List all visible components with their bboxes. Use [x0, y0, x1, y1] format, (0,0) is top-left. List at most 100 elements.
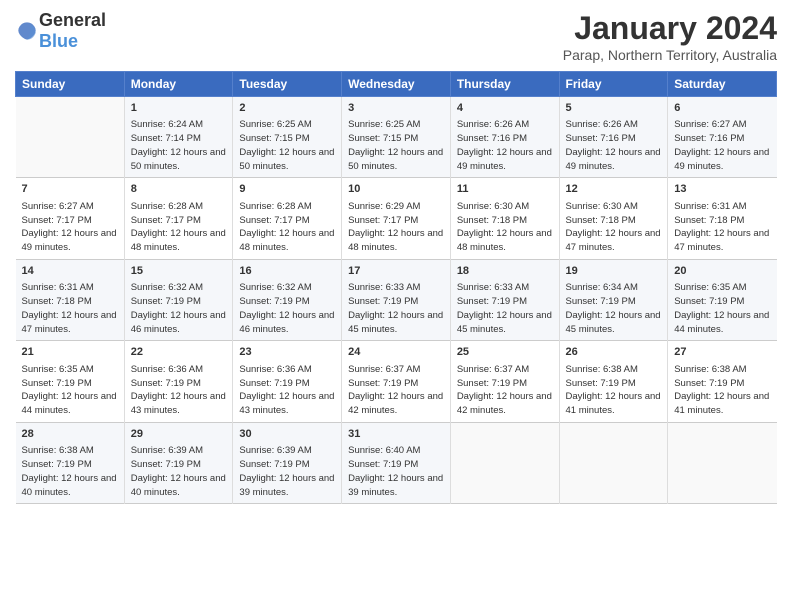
day-number: 31 — [348, 427, 444, 442]
cell-content: Sunrise: 6:37 AMSunset: 7:19 PMDaylight:… — [348, 363, 444, 418]
cell-w4-d3: 23 Sunrise: 6:36 AMSunset: 7:19 PMDaylig… — [233, 341, 342, 422]
day-number: 11 — [457, 182, 553, 197]
logo-icon — [17, 21, 37, 41]
day-number: 3 — [348, 101, 444, 116]
week-row-5: 28 Sunrise: 6:38 AMSunset: 7:19 PMDaylig… — [16, 422, 777, 503]
cell-content: Sunrise: 6:25 AMSunset: 7:15 PMDaylight:… — [348, 118, 444, 173]
cell-w4-d4: 24 Sunrise: 6:37 AMSunset: 7:19 PMDaylig… — [342, 341, 451, 422]
day-number: 20 — [674, 264, 770, 279]
cell-content: Sunrise: 6:31 AMSunset: 7:18 PMDaylight:… — [22, 281, 118, 336]
cell-w4-d7: 27 Sunrise: 6:38 AMSunset: 7:19 PMDaylig… — [668, 341, 777, 422]
cell-content: Sunrise: 6:28 AMSunset: 7:17 PMDaylight:… — [239, 200, 335, 255]
cell-w4-d5: 25 Sunrise: 6:37 AMSunset: 7:19 PMDaylig… — [450, 341, 559, 422]
cell-w3-d7: 20 Sunrise: 6:35 AMSunset: 7:19 PMDaylig… — [668, 259, 777, 340]
col-sunday: Sunday — [16, 72, 125, 97]
cell-w1-d3: 2 Sunrise: 6:25 AMSunset: 7:15 PMDayligh… — [233, 97, 342, 178]
cell-content: Sunrise: 6:38 AMSunset: 7:19 PMDaylight:… — [22, 444, 118, 499]
day-number: 23 — [239, 345, 335, 360]
week-row-3: 14 Sunrise: 6:31 AMSunset: 7:18 PMDaylig… — [16, 259, 777, 340]
cell-content: Sunrise: 6:26 AMSunset: 7:16 PMDaylight:… — [457, 118, 553, 173]
cell-content: Sunrise: 6:29 AMSunset: 7:17 PMDaylight:… — [348, 200, 444, 255]
day-number: 2 — [239, 101, 335, 116]
week-row-2: 7 Sunrise: 6:27 AMSunset: 7:17 PMDayligh… — [16, 178, 777, 259]
logo-text: General Blue — [39, 10, 106, 52]
month-title: January 2024 — [563, 10, 777, 47]
cell-w1-d1 — [16, 97, 125, 178]
day-number: 14 — [22, 264, 118, 279]
day-number: 16 — [239, 264, 335, 279]
cell-content: Sunrise: 6:37 AMSunset: 7:19 PMDaylight:… — [457, 363, 553, 418]
cell-w5-d3: 30 Sunrise: 6:39 AMSunset: 7:19 PMDaylig… — [233, 422, 342, 503]
cell-content: Sunrise: 6:33 AMSunset: 7:19 PMDaylight:… — [457, 281, 553, 336]
cell-w5-d4: 31 Sunrise: 6:40 AMSunset: 7:19 PMDaylig… — [342, 422, 451, 503]
day-number: 12 — [566, 182, 662, 197]
week-row-1: 1 Sunrise: 6:24 AMSunset: 7:14 PMDayligh… — [16, 97, 777, 178]
col-saturday: Saturday — [668, 72, 777, 97]
cell-w3-d5: 18 Sunrise: 6:33 AMSunset: 7:19 PMDaylig… — [450, 259, 559, 340]
cell-w1-d2: 1 Sunrise: 6:24 AMSunset: 7:14 PMDayligh… — [124, 97, 233, 178]
cell-content: Sunrise: 6:26 AMSunset: 7:16 PMDaylight:… — [566, 118, 662, 173]
day-number: 1 — [131, 101, 227, 116]
cell-w1-d5: 4 Sunrise: 6:26 AMSunset: 7:16 PMDayligh… — [450, 97, 559, 178]
cell-w2-d2: 8 Sunrise: 6:28 AMSunset: 7:17 PMDayligh… — [124, 178, 233, 259]
day-number: 6 — [674, 101, 770, 116]
cell-w1-d6: 5 Sunrise: 6:26 AMSunset: 7:16 PMDayligh… — [559, 97, 668, 178]
day-number: 30 — [239, 427, 335, 442]
cell-w5-d1: 28 Sunrise: 6:38 AMSunset: 7:19 PMDaylig… — [16, 422, 125, 503]
day-number: 27 — [674, 345, 770, 360]
cell-w2-d1: 7 Sunrise: 6:27 AMSunset: 7:17 PMDayligh… — [16, 178, 125, 259]
week-row-4: 21 Sunrise: 6:35 AMSunset: 7:19 PMDaylig… — [16, 341, 777, 422]
col-tuesday: Tuesday — [233, 72, 342, 97]
day-number: 13 — [674, 182, 770, 197]
day-number: 29 — [131, 427, 227, 442]
cell-content: Sunrise: 6:35 AMSunset: 7:19 PMDaylight:… — [22, 363, 118, 418]
day-number: 10 — [348, 182, 444, 197]
cell-content: Sunrise: 6:34 AMSunset: 7:19 PMDaylight:… — [566, 281, 662, 336]
cell-content: Sunrise: 6:28 AMSunset: 7:17 PMDaylight:… — [131, 200, 227, 255]
cell-content: Sunrise: 6:39 AMSunset: 7:19 PMDaylight:… — [131, 444, 227, 499]
day-number: 25 — [457, 345, 553, 360]
cell-w2-d3: 9 Sunrise: 6:28 AMSunset: 7:17 PMDayligh… — [233, 178, 342, 259]
calendar-table: Sunday Monday Tuesday Wednesday Thursday… — [15, 71, 777, 504]
cell-content: Sunrise: 6:24 AMSunset: 7:14 PMDaylight:… — [131, 118, 227, 173]
cell-w3-d4: 17 Sunrise: 6:33 AMSunset: 7:19 PMDaylig… — [342, 259, 451, 340]
day-number: 8 — [131, 182, 227, 197]
cell-w4-d1: 21 Sunrise: 6:35 AMSunset: 7:19 PMDaylig… — [16, 341, 125, 422]
cell-content: Sunrise: 6:40 AMSunset: 7:19 PMDaylight:… — [348, 444, 444, 499]
day-number: 28 — [22, 427, 118, 442]
cell-content: Sunrise: 6:33 AMSunset: 7:19 PMDaylight:… — [348, 281, 444, 336]
day-number: 24 — [348, 345, 444, 360]
cell-w3-d3: 16 Sunrise: 6:32 AMSunset: 7:19 PMDaylig… — [233, 259, 342, 340]
day-number: 26 — [566, 345, 662, 360]
cell-w5-d5 — [450, 422, 559, 503]
day-number: 22 — [131, 345, 227, 360]
cell-content: Sunrise: 6:38 AMSunset: 7:19 PMDaylight:… — [566, 363, 662, 418]
day-number: 18 — [457, 264, 553, 279]
cell-content: Sunrise: 6:36 AMSunset: 7:19 PMDaylight:… — [239, 363, 335, 418]
cell-content: Sunrise: 6:30 AMSunset: 7:18 PMDaylight:… — [457, 200, 553, 255]
header: General Blue January 2024 Parap, Norther… — [15, 10, 777, 63]
cell-content: Sunrise: 6:30 AMSunset: 7:18 PMDaylight:… — [566, 200, 662, 255]
cell-w3-d1: 14 Sunrise: 6:31 AMSunset: 7:18 PMDaylig… — [16, 259, 125, 340]
day-number: 4 — [457, 101, 553, 116]
cell-w4-d6: 26 Sunrise: 6:38 AMSunset: 7:19 PMDaylig… — [559, 341, 668, 422]
cell-content: Sunrise: 6:32 AMSunset: 7:19 PMDaylight:… — [131, 281, 227, 336]
cell-content: Sunrise: 6:39 AMSunset: 7:19 PMDaylight:… — [239, 444, 335, 499]
cell-content: Sunrise: 6:32 AMSunset: 7:19 PMDaylight:… — [239, 281, 335, 336]
day-number: 5 — [566, 101, 662, 116]
calendar-header-row: Sunday Monday Tuesday Wednesday Thursday… — [16, 72, 777, 97]
cell-content: Sunrise: 6:25 AMSunset: 7:15 PMDaylight:… — [239, 118, 335, 173]
cell-w2-d5: 11 Sunrise: 6:30 AMSunset: 7:18 PMDaylig… — [450, 178, 559, 259]
logo: General Blue — [15, 10, 106, 52]
cell-w1-d7: 6 Sunrise: 6:27 AMSunset: 7:16 PMDayligh… — [668, 97, 777, 178]
col-monday: Monday — [124, 72, 233, 97]
logo-blue: Blue — [39, 31, 78, 51]
cell-content: Sunrise: 6:27 AMSunset: 7:16 PMDaylight:… — [674, 118, 770, 173]
day-number: 15 — [131, 264, 227, 279]
day-number: 19 — [566, 264, 662, 279]
cell-w3-d6: 19 Sunrise: 6:34 AMSunset: 7:19 PMDaylig… — [559, 259, 668, 340]
day-number: 9 — [239, 182, 335, 197]
cell-w5-d7 — [668, 422, 777, 503]
cell-content: Sunrise: 6:36 AMSunset: 7:19 PMDaylight:… — [131, 363, 227, 418]
cell-content: Sunrise: 6:38 AMSunset: 7:19 PMDaylight:… — [674, 363, 770, 418]
